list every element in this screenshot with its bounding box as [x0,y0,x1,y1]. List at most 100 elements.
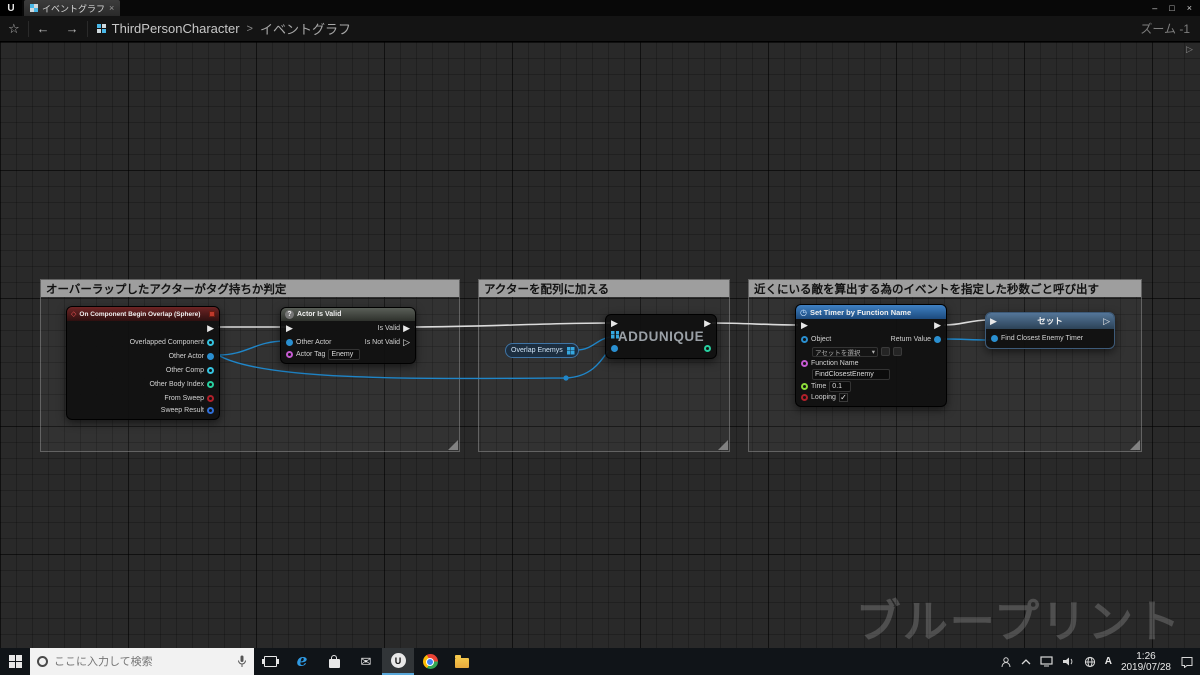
use-selected-asset-button[interactable] [881,347,890,356]
object-pin[interactable] [801,335,808,343]
speaker-icon[interactable] [1062,656,1075,667]
breadcrumb-current[interactable]: イベントグラフ [260,19,351,38]
node-add-unique[interactable]: ADDUNIQUE ▶ ▶ [605,314,717,359]
back-button[interactable]: ← [29,21,58,36]
question-mark-icon: ? [285,310,294,319]
exec-out-pin[interactable]: ▷ [1103,316,1110,326]
actor-tag-field[interactable] [328,348,361,360]
time-field[interactable] [829,381,852,392]
exec-in-pin[interactable]: ▶ [611,318,618,328]
network-globe-icon[interactable] [1084,656,1096,668]
task-view-button[interactable] [254,648,286,675]
node-actor-is-valid[interactable]: ? Actor Is Valid ▶ Is Valid ▶ Other Actor… [280,307,416,364]
comment-box-add-to-array[interactable]: アクターを配列に加える [478,279,730,452]
pin-label: From Sweep [164,394,204,402]
taskbar-store[interactable] [318,648,350,675]
time-pin[interactable] [801,383,808,390]
pin-label: Time [811,383,827,390]
taskbar-file-explorer[interactable] [446,648,478,675]
comment-resize-handle[interactable] [718,440,728,450]
maximize-button[interactable]: □ [1169,0,1174,16]
exec-in-pin[interactable]: ▶ [801,321,808,330]
other-actor-pin[interactable] [207,352,214,360]
looping-pin[interactable] [801,394,808,401]
pin-label: Function Name [811,359,859,367]
is-not-valid-exec-pin[interactable]: ▷ [403,337,410,347]
timer-handle-pin[interactable] [991,335,998,342]
exec-out-pin[interactable]: ▶ [934,321,941,330]
taskbar-chrome[interactable] [414,648,446,675]
taskbar-mail[interactable]: ✉ [350,648,382,675]
pin-label: Other Actor [168,352,204,360]
exec-in-pin[interactable]: ▶ [990,316,997,326]
function-name-pin[interactable] [801,359,808,367]
actor-tag-pin[interactable] [286,350,293,358]
event-latent-icon [209,311,215,317]
taskbar-unreal[interactable]: U [382,648,414,675]
from-sweep-pin[interactable] [207,394,214,402]
return-value-pin[interactable] [934,335,941,343]
variable-label: Overlap Enemys [511,347,563,354]
panel-expand-arrow[interactable]: ▷ [1186,44,1193,55]
exec-out-pin[interactable]: ▶ [704,318,711,328]
search-input[interactable] [54,655,231,668]
sweep-result-pin[interactable] [207,407,214,414]
taskbar-edge[interactable]: e [286,648,318,675]
breadcrumb-root[interactable]: ThirdPersonCharacter [112,21,240,36]
pin-label: Return Value [890,335,931,343]
action-center-icon[interactable] [1180,656,1194,668]
pin-label: Other Body Index [149,380,204,388]
comment-title[interactable]: 近くにいる敵を算出する為のイベントを指定した秒数ごと呼び出す [749,280,1141,297]
event-diamond-icon: ◇ [71,311,77,318]
tab-event-graph[interactable]: イベントグラフ × [24,0,121,16]
looping-checkbox[interactable]: ✓ [838,393,848,402]
other-comp-pin[interactable] [207,366,214,374]
screen: U イベントグラフ × – □ × ☆ ← → ThirdPersonChara… [0,0,1200,675]
start-button[interactable] [0,648,30,675]
taskbar-clock[interactable]: 1:26 2019/07/28 [1121,651,1171,673]
minimize-button[interactable]: – [1152,0,1157,16]
graph-tab-icon [30,4,38,12]
taskbar-search-box[interactable] [30,648,254,675]
node-overlap-enemys-getter[interactable]: Overlap Enemys [505,343,579,358]
tab-close-icon[interactable]: × [109,3,114,13]
pin-label: Looping [811,394,836,401]
node-set-timer-by-function-name[interactable]: ◷ Set Timer by Function Name ▶ ▶ Object … [795,304,947,407]
exec-in-pin[interactable]: ▶ [286,323,293,333]
return-index-pin[interactable] [704,344,711,352]
bookmark-star-icon[interactable]: ☆ [0,21,28,37]
people-icon[interactable] [1000,656,1012,668]
forward-button[interactable]: → [58,21,87,36]
microphone-icon[interactable] [237,655,247,668]
node-set-timer-variable[interactable]: ▶ セット ▷ Find Closest Enemy Timer [985,312,1115,349]
unreal-logo-icon: U [0,0,22,16]
comment-resize-handle[interactable] [448,440,458,450]
pin-label: Object [811,335,832,343]
windows-logo-icon [8,655,22,668]
asset-picker-dropdown[interactable]: アセットを選択 ▾ [812,346,878,357]
browse-asset-button[interactable] [893,347,902,356]
ime-indicator[interactable]: A [1105,656,1112,667]
node-on-component-begin-overlap[interactable]: ◇ On Component Begin Overlap (Sphere) ▶ … [66,306,220,420]
blueprint-watermark: ブループリント [855,596,1182,647]
chevron-up-icon[interactable] [1021,658,1031,666]
comment-title[interactable]: オーバーラップしたアクターがタグ持ちか判定 [41,280,459,297]
is-valid-exec-pin[interactable]: ▶ [403,323,410,333]
target-array-pin[interactable] [611,330,619,339]
function-name-field[interactable] [812,369,890,380]
array-output-pin[interactable] [566,346,575,355]
overlapped-component-pin[interactable] [207,338,214,346]
graph-toolbar: ☆ ← → ThirdPersonCharacter > イベントグラフ ズーム… [0,16,1200,42]
exec-out-pin[interactable]: ▶ [207,323,214,333]
new-item-pin[interactable] [611,344,618,352]
comment-resize-handle[interactable] [1130,440,1140,450]
blueprint-icon [96,24,106,33]
close-button[interactable]: × [1187,0,1192,16]
comment-title[interactable]: アクターを配列に加える [479,280,729,297]
pin-label: Is Not Valid [364,338,401,346]
other-actor-input-pin[interactable] [286,338,293,346]
display-icon[interactable] [1040,656,1053,667]
clock-date: 2019/07/28 [1120,661,1171,673]
cortana-icon [37,656,48,667]
other-body-index-pin[interactable] [207,380,214,388]
